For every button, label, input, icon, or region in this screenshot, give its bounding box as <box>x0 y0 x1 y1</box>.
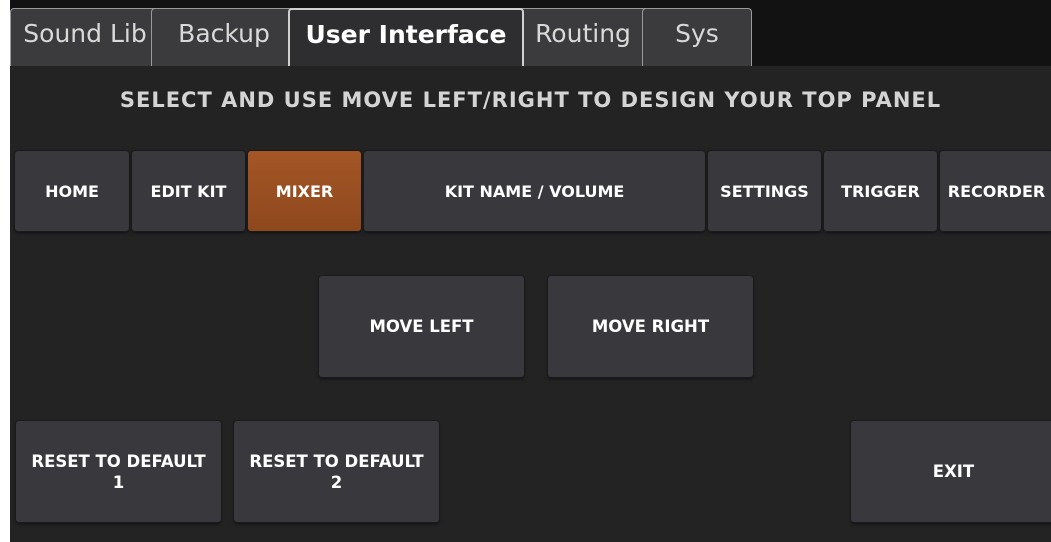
panel-button-edit-kit[interactable]: EDIT KIT <box>132 151 245 231</box>
tab-sound-lib[interactable]: Sound Lib <box>10 8 160 66</box>
panel-button-mixer[interactable]: MIXER <box>248 151 361 231</box>
move-left-button[interactable]: MOVE LEFT <box>319 276 524 377</box>
reset-default-2-button[interactable]: RESET TO DEFAULT 2 <box>234 421 439 522</box>
instruction-heading: SELECT AND USE MOVE LEFT/RIGHT TO DESIGN… <box>119 88 942 112</box>
panel-button-home[interactable]: HOME <box>15 151 129 231</box>
tab-sys[interactable]: Sys <box>642 8 752 66</box>
reset-default-1-button[interactable]: RESET TO DEFAULT 1 <box>16 421 221 522</box>
user-interface-screen: Sound Lib Backup User Interface Routing … <box>10 0 1051 542</box>
tab-routing[interactable]: Routing <box>516 8 650 66</box>
reset-default-2-number: 2 <box>330 472 343 492</box>
tab-user-interface[interactable]: User Interface <box>288 8 524 66</box>
move-right-button[interactable]: MOVE RIGHT <box>548 276 753 377</box>
reset-default-1-label: RESET TO DEFAULT <box>31 451 206 471</box>
panel-button-recorder[interactable]: RECORDER <box>940 151 1051 231</box>
tab-bar: Sound Lib Backup User Interface Routing … <box>10 0 1051 66</box>
panel-button-settings[interactable]: SETTINGS <box>708 151 821 231</box>
tab-backup[interactable]: Backup <box>151 8 297 66</box>
panel-button-trigger[interactable]: TRIGGER <box>824 151 937 231</box>
exit-button[interactable]: EXIT <box>851 421 1051 522</box>
reset-default-2-label: RESET TO DEFAULT <box>249 451 424 471</box>
panel-button-kit-name-volume[interactable]: KIT NAME / VOLUME <box>364 151 705 231</box>
reset-default-1-number: 1 <box>112 472 125 492</box>
